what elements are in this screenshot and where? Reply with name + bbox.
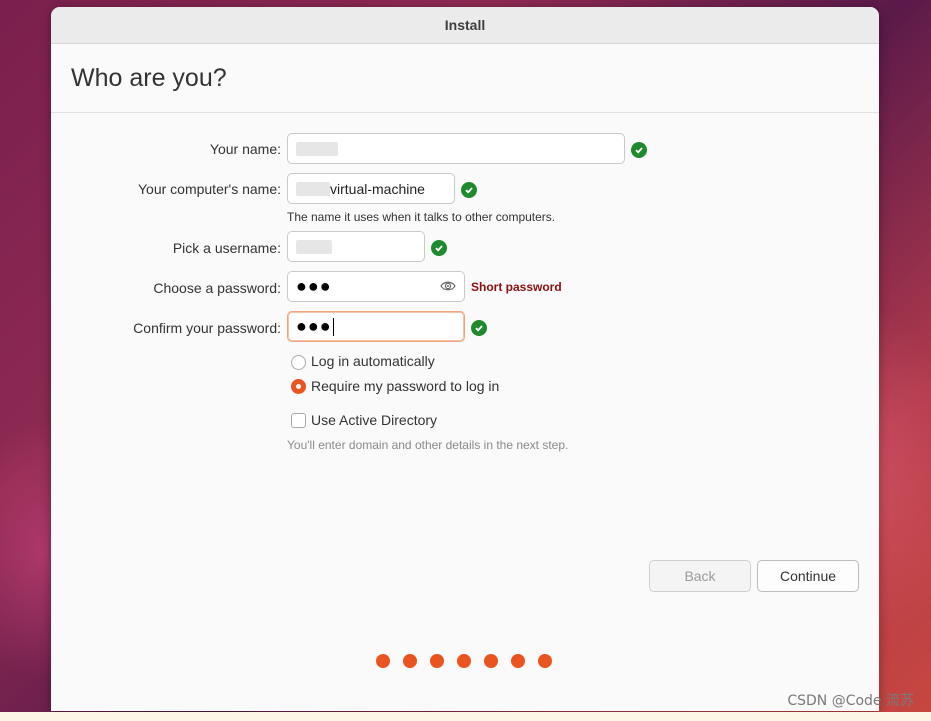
progress-dot [457, 654, 471, 668]
name-valid-check-icon [631, 142, 647, 158]
back-button[interactable]: Back [649, 560, 751, 592]
redacted-name [296, 141, 338, 156]
progress-dot [430, 654, 444, 668]
active-directory-hint: You'll enter domain and other details in… [287, 438, 569, 452]
username-valid-check-icon [431, 240, 447, 256]
confirm-password-dots: ●●● [296, 316, 332, 336]
password-label: Choose a password: [153, 280, 281, 296]
name-field[interactable] [287, 133, 625, 164]
confirm-password-label: Confirm your password: [133, 320, 281, 336]
require-password-radio[interactable] [291, 379, 306, 394]
computer-name-valid-check-icon [461, 182, 477, 198]
progress-dot [403, 654, 417, 668]
installer-window: Install Who are you? Your name: Your com… [51, 7, 879, 711]
progress-dot [538, 654, 552, 668]
page-header: Who are you? [51, 44, 879, 113]
require-password-label[interactable]: Require my password to log in [311, 378, 499, 394]
username-field[interactable] [287, 231, 425, 262]
show-password-eye-icon[interactable] [440, 279, 456, 296]
active-directory-checkbox[interactable] [291, 413, 306, 428]
continue-button[interactable]: Continue [757, 560, 859, 592]
computer-name-value: virtual-machine [330, 180, 425, 197]
login-automatically-label[interactable]: Log in automatically [311, 353, 435, 369]
install-progress-dots [376, 654, 552, 668]
login-automatically-radio[interactable] [291, 355, 306, 370]
short-password-warning: Short password [471, 280, 562, 294]
text-caret [332, 317, 334, 336]
window-titlebar: Install [51, 7, 879, 44]
computer-name-label: Your computer's name: [137, 181, 281, 197]
progress-dot [511, 654, 525, 668]
progress-dot [484, 654, 498, 668]
computer-name-hint: The name it uses when it talks to other … [287, 210, 556, 224]
window-title: Install [444, 17, 486, 33]
password-dots: ●●● [296, 276, 332, 296]
name-label: Your name: [209, 141, 281, 157]
username-label: Pick a username: [172, 240, 281, 256]
bottom-strip [0, 712, 931, 721]
csdn-watermark: CSDN @Code 流苏 [787, 693, 914, 709]
computer-name-field[interactable]: virtual-machine [287, 173, 455, 204]
password-field[interactable]: ●●● [287, 271, 465, 302]
active-directory-label[interactable]: Use Active Directory [311, 412, 437, 428]
redacted-username [296, 239, 332, 254]
page-title: Who are you? [71, 63, 227, 92]
confirm-password-field[interactable]: ●●● [287, 311, 465, 342]
confirm-valid-check-icon [471, 320, 487, 336]
progress-dot [376, 654, 390, 668]
redacted-computer-prefix [296, 181, 330, 196]
